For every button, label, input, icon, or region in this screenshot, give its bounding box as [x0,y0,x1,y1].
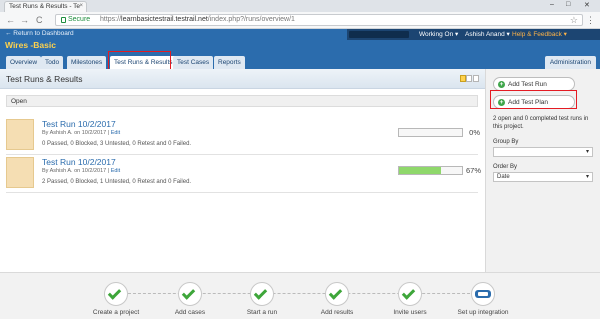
return-to-dashboard-link[interactable]: ← Return to Dashboard [5,30,74,37]
step-label: Invite users [393,309,427,316]
test-run-row: Test Run 10/2/2017 By Ashish A. on 10/2/… [6,157,482,193]
step-start-run[interactable] [250,282,274,306]
checkmark-icon [181,286,196,300]
run-percent: 67% [466,166,482,175]
test-run-row: Test Run 10/2/2017 By Ashish A. on 10/2/… [6,119,480,155]
run-stats: 0 Passed, 0 Blocked, 3 Untested, 0 Retes… [42,141,192,147]
browser-tab[interactable]: Test Runs & Results - Te × [4,1,87,12]
progress-fill [399,167,442,174]
run-meta: By Ashish A. on 10/2/2017 | Edit [42,130,121,136]
working-on-menu[interactable]: Working On ▾ [419,30,458,38]
forward-icon[interactable]: → [20,15,29,25]
tab-reports[interactable]: Reports [214,56,245,69]
minimize-icon[interactable]: – [550,1,554,8]
integration-logo-icon [475,290,491,298]
run-meta: By Ashish A. on 10/2/2017 | Edit [42,168,121,174]
run-thumbnail [6,157,34,188]
app-header: ← Return to Dashboard Wires -Basic Worki… [0,29,600,69]
browser-menu-icon[interactable]: ⋮ [586,15,595,26]
address-bar-row: ← → C Secure https://learnbasictestrail.… [0,12,600,29]
run-title-link[interactable]: Test Run 10/2/2017 [42,157,116,167]
tab-overview[interactable]: Overview [6,56,42,69]
browser-tab-title: Test Runs & Results - Te [9,3,81,10]
browser-tab-strip: Test Runs & Results - Te × – □ ✕ [0,0,600,12]
url-input[interactable]: Secure https://learnbasictestrail.testra… [55,14,583,26]
step-setup-integration[interactable] [471,282,495,306]
back-icon[interactable]: ← [6,15,15,25]
step-label: Add results [320,309,354,316]
run-progress-bar [398,128,463,137]
project-title: Wires -Basic [5,40,56,50]
run-progress-bar [398,166,463,175]
highlight-box-tab [108,51,171,71]
close-tab-icon[interactable]: × [79,3,83,9]
run-percent: 0% [469,128,480,137]
step-label: Set up integration [457,309,509,316]
view-mode-toggle[interactable] [459,75,479,82]
lock-icon [61,17,66,23]
page-header: Test Runs & Results [0,69,485,89]
bookmark-star-icon[interactable]: ☆ [570,15,578,26]
add-test-run-button[interactable]: + Add Test Run [493,77,575,91]
run-stats: 2 Passed, 0 Blocked, 1 Untested, 0 Retes… [42,179,192,185]
main-content: Test Runs & Results Open Test Run 10/2/2… [0,69,485,272]
compact-view-icon[interactable] [459,75,466,82]
secure-label: Secure [68,16,91,23]
list-view-icon[interactable] [466,75,472,82]
user-bar: Working On ▾ Ashish Anand ▾ Help & Feedb… [347,29,600,40]
chevron-down-icon: ▾ [585,174,589,180]
tab-todo[interactable]: Todo [41,56,64,69]
checkmark-icon [253,286,268,300]
steps-connector [118,293,490,294]
step-label: Create a project [92,309,140,316]
step-invite-users[interactable] [398,282,422,306]
close-window-icon[interactable]: ✕ [584,1,590,9]
help-feedback-menu[interactable]: Help & Feedback ▾ [512,30,567,38]
checkmark-icon [107,286,122,300]
section-header-open: Open [6,95,478,107]
url-text: https://learnbasictestrail.testrail.net/… [100,16,295,23]
runs-summary-text: 2 open and 0 completed test runs in this… [493,116,589,130]
user-menu[interactable]: Ashish Anand ▾ [465,30,510,38]
order-by-select[interactable]: Date ▾ [493,172,593,182]
checkmark-icon [328,286,343,300]
maximize-icon[interactable]: □ [566,1,570,8]
step-add-results[interactable] [325,282,349,306]
checkmark-icon [401,286,416,300]
group-by-label: Group By [493,139,519,145]
step-label: Add cases [174,309,206,316]
group-by-select[interactable]: ▾ [493,147,593,157]
step-create-project[interactable] [104,282,128,306]
tab-test-cases[interactable]: Test Cases [173,56,214,69]
edit-run-link[interactable]: Edit [111,130,120,136]
order-by-label: Order By [493,164,518,170]
getting-started-steps: Create a project Add cases Start a run A… [0,272,600,319]
highlight-box-add-plan [490,90,577,109]
step-label: Start a run [246,309,278,316]
run-title-link[interactable]: Test Run 10/2/2017 [42,119,116,129]
plus-icon: + [498,81,505,88]
tab-milestones[interactable]: Milestones [67,56,107,69]
tab-administration[interactable]: Administration [544,56,596,69]
chevron-down-icon: ▾ [585,149,589,155]
edit-run-link[interactable]: Edit [111,168,120,174]
run-thumbnail [6,119,34,150]
step-add-cases[interactable] [178,282,202,306]
page-title: Test Runs & Results [6,74,83,84]
search-input[interactable] [349,31,409,38]
detail-view-icon[interactable] [472,75,479,82]
reload-icon[interactable]: C [36,15,43,25]
